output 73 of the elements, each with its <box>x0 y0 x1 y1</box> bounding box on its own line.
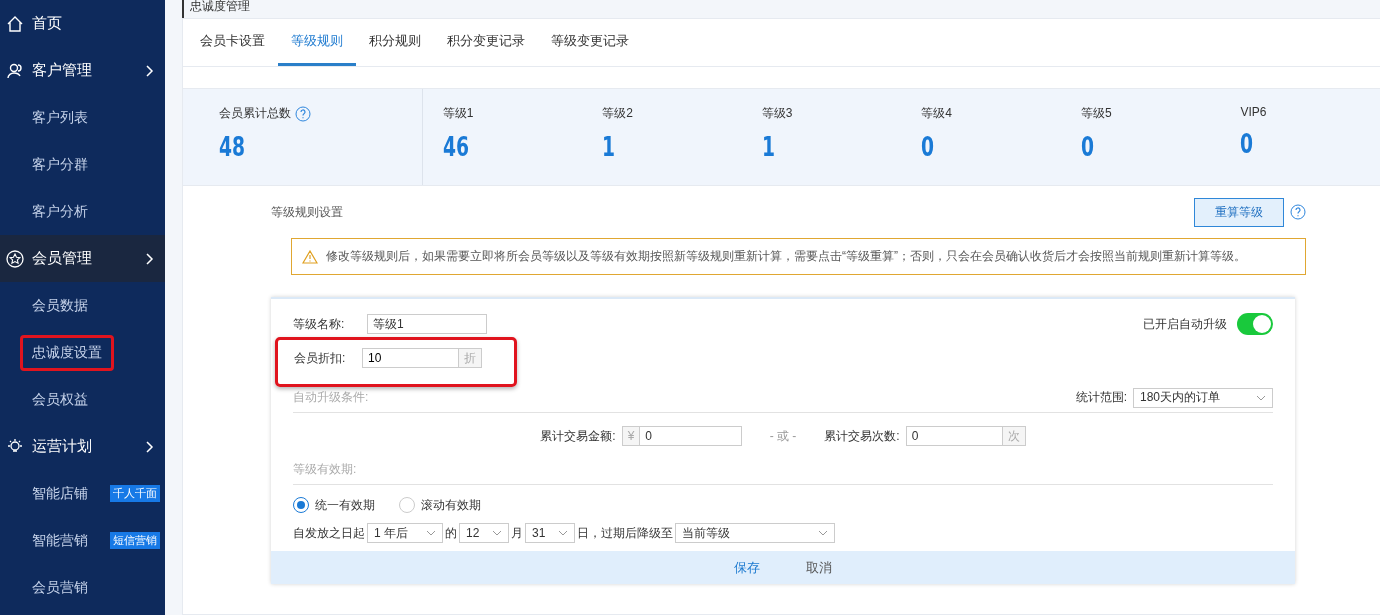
nav-item[interactable]: 智能店铺 <box>20 476 100 511</box>
range-select[interactable]: 180天内的订单 <box>1133 387 1273 408</box>
help-icon[interactable] <box>295 105 311 122</box>
help-icon[interactable] <box>1290 204 1306 220</box>
radio-option[interactable]: 统一有效期 <box>293 496 375 514</box>
cancel-button[interactable]: 取消 <box>798 554 840 581</box>
tab[interactable]: 会员卡设置 <box>187 19 278 66</box>
caret-icon <box>558 528 568 538</box>
stat-label: 等级5 <box>1080 105 1112 122</box>
save-button[interactable]: 保存 <box>726 554 768 581</box>
stat-label: 等级3 <box>761 105 793 122</box>
recalc-button[interactable]: 重算等级 <box>1194 197 1284 227</box>
stat-value: 0 <box>921 132 936 162</box>
auto-upgrade-toggle[interactable] <box>1237 313 1273 335</box>
nav-item[interactable]: 会员数据 <box>20 288 100 323</box>
section-label: 等级有效期: <box>293 461 357 478</box>
nav-item[interactable]: 客户分群 <box>20 147 100 182</box>
stat-label: 等级1 <box>442 105 474 122</box>
caret-icon <box>426 528 436 538</box>
or-separator: - 或 - <box>769 427 797 445</box>
tab[interactable]: 积分规则 <box>356 19 434 66</box>
field-label: 累计交易次数: <box>824 427 900 445</box>
stat-label: 会员累计总数 <box>219 105 291 122</box>
field-label: 会员折扣: <box>294 349 344 367</box>
nav-section[interactable]: 会员管理 <box>0 235 165 282</box>
notice-text: 修改等级规则后，如果需要立即将所会员等级以及等级有效期按照新等级规则重新计算，需要点击“等级重算”；否则，只会在会员确认收货后才会按照当前规则重新计算等级。 <box>326 248 1246 265</box>
nav-item[interactable]: 智能营销 <box>20 523 100 558</box>
field-label: 统计范围: <box>1075 389 1127 406</box>
home-icon <box>6 14 24 33</box>
tab[interactable]: 等级规则 <box>278 19 356 66</box>
stat-value: 46 <box>442 132 470 162</box>
radio-option[interactable]: 滚动有效期 <box>399 496 481 514</box>
expiry-select[interactable]: 12 <box>459 523 509 543</box>
expiry-select[interactable]: 31 <box>525 523 575 543</box>
people-icon <box>6 61 24 80</box>
stat-value: 1 <box>761 132 776 162</box>
expiry-text: 的 <box>445 524 457 542</box>
nav-item[interactable]: 客户列表 <box>20 100 100 135</box>
field-label: 等级名称: <box>293 315 346 333</box>
amount-input[interactable]: ¥ 0 <box>621 426 742 446</box>
expiry-text: 自发放之日起 <box>293 524 365 542</box>
nav-item[interactable]: 客户分析 <box>20 194 100 229</box>
nav-section[interactable]: 运营计划 <box>0 423 165 470</box>
toggle-label: 已开启自动升级 <box>1143 315 1227 333</box>
caret-icon <box>818 528 828 538</box>
stat-label: VIP6 <box>1240 105 1267 119</box>
warning-icon <box>302 249 318 264</box>
section-label: 自动升级条件: <box>293 389 369 406</box>
nav-section[interactable]: 首页 <box>0 0 165 47</box>
stat-value: 48 <box>219 132 247 162</box>
expiry-text: 日，过期后降级至 <box>577 524 673 542</box>
field-label: 累计交易金额: <box>540 427 616 445</box>
expiry-select[interactable]: 当前等级 <box>675 523 835 543</box>
expiry-select[interactable]: 1 年后 <box>367 523 443 543</box>
stat-label: 等级2 <box>602 105 633 122</box>
nav-badge: 短信营销 <box>110 532 160 549</box>
section-title: 等级规则设置 <box>271 203 343 221</box>
stat-value: 0 <box>1080 132 1095 162</box>
name-input[interactable]: 等级1 <box>367 314 487 334</box>
count-input[interactable]: 0 次 <box>905 426 1026 446</box>
nav-item[interactable]: 会员营销 <box>20 570 100 605</box>
stat-label: 等级4 <box>921 105 953 122</box>
tab[interactable]: 积分变更记录 <box>434 19 538 66</box>
expiry-text: 月 <box>511 524 523 542</box>
discount-input[interactable]: 10 折 <box>362 348 482 368</box>
nav-section[interactable]: 客户管理 <box>0 47 165 94</box>
nav-item[interactable]: 会员权益 <box>20 382 100 417</box>
nav-item[interactable]: 忠诚度设置 <box>20 334 114 371</box>
stat-value: 1 <box>602 132 617 162</box>
nav-badge: 千人千面 <box>110 485 160 502</box>
tab[interactable]: 等级变更记录 <box>538 19 642 66</box>
stat-value: 0 <box>1240 129 1255 159</box>
caret-icon <box>492 528 502 538</box>
